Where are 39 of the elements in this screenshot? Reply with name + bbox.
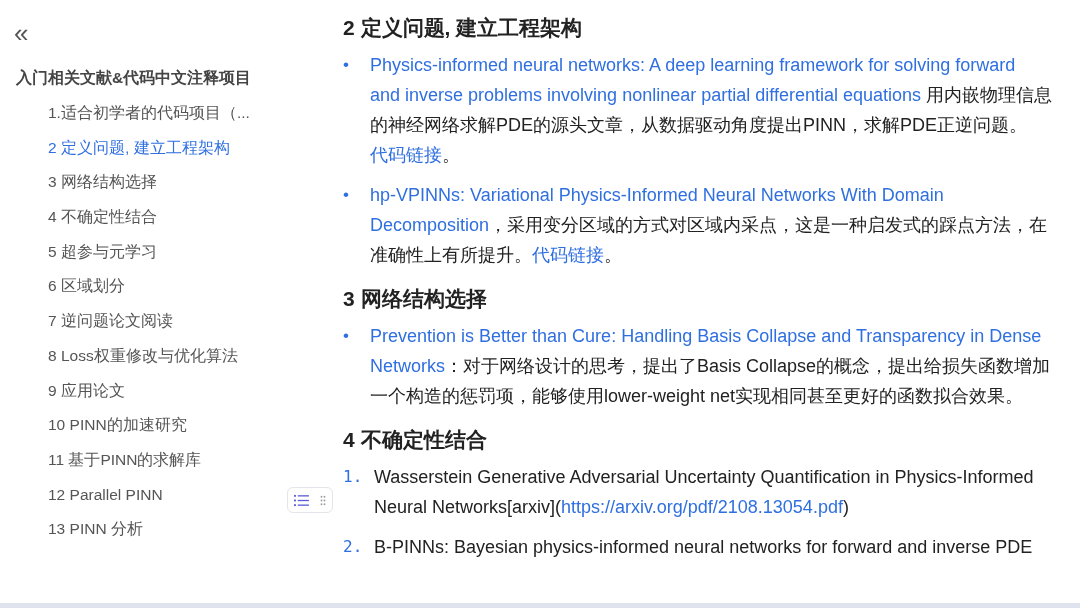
list-number: 2.	[343, 536, 364, 558]
collapse-sidebar-button[interactable]: «	[14, 20, 29, 46]
link[interactable]: Decomposition	[370, 215, 490, 235]
link[interactable]: https://arxiv.org/pdf/2108.13054.pdf	[561, 497, 843, 517]
list-bullet: •	[343, 54, 350, 76]
link[interactable]: Prevention is Better than Cure: Handling Basis Collapse and Transparency in Dense	[370, 326, 1042, 346]
drag-handle-icon[interactable]	[320, 493, 327, 507]
outline-item[interactable]: 2 定义问题, 建立工程架构	[16, 137, 343, 173]
link[interactable]: Physics-informed neural networks: A deep learning framework for solving forward	[370, 55, 1016, 75]
outline-item[interactable]: 5 超参与元学习	[16, 241, 343, 277]
link[interactable]: 代码链接	[370, 145, 442, 165]
paragraph: B-PINNs: Bayesian physics-informed neural networks for forward and inverse PDE	[374, 536, 1033, 559]
outline-item[interactable]: 10 PINN的加速研究	[16, 415, 343, 450]
outline-item[interactable]: 12 Parallel PINN	[16, 484, 343, 520]
paragraph: Wasserstein Generative Adversarial Uncertainty Quantification in Physics-Informed Neural Networks[arxiv](https://arxiv.org/pdf/2108.13054.pdf)	[374, 466, 1035, 519]
paragraph: Physics-informed neural networks: A deep learning framework for solving forward and inverse problems involving nonlinear partial differential equations 用内嵌物理信息的神经网络求解PDE的源头文章，从数据驱动角度提出PINN，求解PDE正逆问题。 代码链接。	[370, 54, 1054, 167]
paragraph: Prevention is Better than Cure: Handling Basis Collapse and Transparency in Dense Networks：对于网络设计的思考，提出了Basis Collapse的概念，提出给损失函数增加一个构造的惩罚项，能够使用lower-weight net实现相同甚至更好的函数拟合效果。	[370, 325, 1052, 408]
section-heading: 2 定义问题, 建立工程架构	[343, 15, 584, 41]
section-heading: 3 网络结构选择	[343, 286, 488, 312]
link[interactable]: and inverse problems involving nonlinear partial differential equations	[370, 85, 921, 105]
outline-item[interactable]: 9 应用论文	[16, 380, 343, 416]
link[interactable]: 代码链接	[532, 245, 604, 265]
outline-item[interactable]: 3 网络结构选择	[16, 172, 343, 208]
list-bullet: •	[343, 184, 350, 206]
link[interactable]: Networks	[370, 356, 445, 376]
outline-item[interactable]: 6 区域划分	[16, 276, 343, 312]
outline-item[interactable]: 8 Loss权重修改与优化算法	[16, 345, 343, 381]
list-bullet: •	[343, 325, 350, 347]
outline-item[interactable]: 7 逆问题论文阅读	[16, 311, 343, 346]
section-heading: 4 不确定性结合	[343, 427, 488, 453]
outline-item[interactable]: 1.适合初学者的代码项目（...	[16, 103, 343, 138]
outline-item[interactable]: 13 PINN 分析	[16, 519, 343, 554]
link[interactable]: hp-VPINNs: Variational Physics-Informed Neural Networks With Domain	[370, 185, 944, 205]
outline-section-title[interactable]: 入门相关文献&代码中文注释项目	[16, 68, 343, 89]
outline-item[interactable]: 11 基于PINN的求解库	[16, 449, 343, 485]
outline-item[interactable]: 4 不确定性结合	[16, 207, 343, 242]
list-icon[interactable]	[293, 493, 309, 507]
paragraph: hp-VPINNs: Variational Physics-Informed Neural Networks With Domain Decomposition，采用变分区域的方式对区域内采点，这是一种启发式的踩点方法，在准确性上有所提升。代码链接。	[370, 184, 1049, 267]
list-number: 1.	[343, 466, 364, 488]
